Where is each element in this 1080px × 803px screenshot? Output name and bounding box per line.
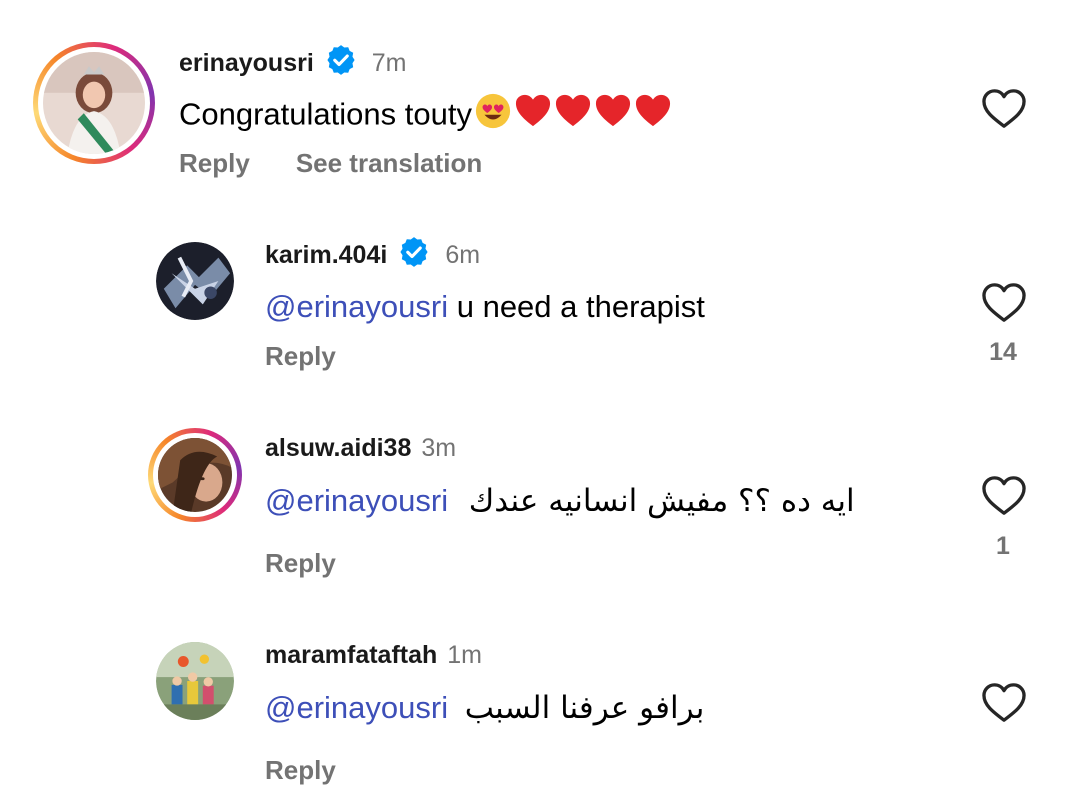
red-heart-emoji-icon: [594, 93, 632, 140]
comment-text: @erinayousri ايه ده ؟؟ مفيش انسانيه عندك: [265, 480, 855, 522]
comment-body: ايه ده ؟؟ مفيش انسانيه عندك: [468, 483, 855, 519]
timestamp: 3m: [421, 433, 457, 462]
reply-button[interactable]: Reply: [179, 148, 250, 179]
avatar-story-ring[interactable]: [148, 428, 242, 522]
like-count: 1: [996, 532, 1010, 560]
username[interactable]: maramfataftah: [265, 641, 437, 670]
heart-icon[interactable]: [981, 88, 1027, 135]
mention-link[interactable]: @erinayousri: [265, 289, 448, 324]
red-heart-emoji-icon: [554, 93, 592, 140]
mention-link[interactable]: @erinayousri: [265, 690, 448, 725]
verified-badge-icon: [397, 235, 431, 276]
like-count: 14: [989, 338, 1017, 366]
username[interactable]: erinayousri: [179, 49, 314, 78]
comment-text: @erinayousri u need a therapist: [265, 286, 705, 328]
reply-button[interactable]: Reply: [265, 755, 336, 786]
timestamp: 7m: [371, 48, 407, 77]
username[interactable]: alsuw.aidi38: [265, 434, 411, 463]
verified-badge-icon: [324, 43, 358, 84]
comment-text: Congratulations touty: [179, 92, 672, 141]
red-heart-emoji-icon: [634, 93, 672, 140]
red-heart-emoji-icon: [514, 93, 552, 140]
comment-text: @erinayousri برافو عرفنا السبب: [265, 687, 704, 729]
comment-body: برافو عرفنا السبب: [464, 690, 705, 726]
reply-button[interactable]: Reply: [265, 341, 336, 372]
mention-link[interactable]: @erinayousri: [265, 483, 448, 518]
see-translation-button[interactable]: See translation: [296, 148, 482, 179]
avatar[interactable]: [156, 242, 234, 320]
reply-button[interactable]: Reply: [265, 548, 336, 579]
avatar-story-ring[interactable]: [33, 42, 155, 164]
avatar: [158, 438, 232, 512]
username[interactable]: karim.404i: [265, 241, 387, 270]
heart-icon[interactable]: [981, 475, 1027, 522]
comment-body: Congratulations touty: [179, 96, 472, 132]
avatar[interactable]: [156, 642, 234, 720]
heart-eyes-emoji-icon: [474, 92, 512, 141]
timestamp: 6m: [445, 240, 481, 269]
avatar: [43, 52, 145, 154]
heart-icon[interactable]: [981, 282, 1027, 329]
timestamp: 1m: [447, 640, 483, 669]
comment-body: u need a therapist: [456, 289, 705, 324]
heart-icon[interactable]: [981, 682, 1027, 729]
